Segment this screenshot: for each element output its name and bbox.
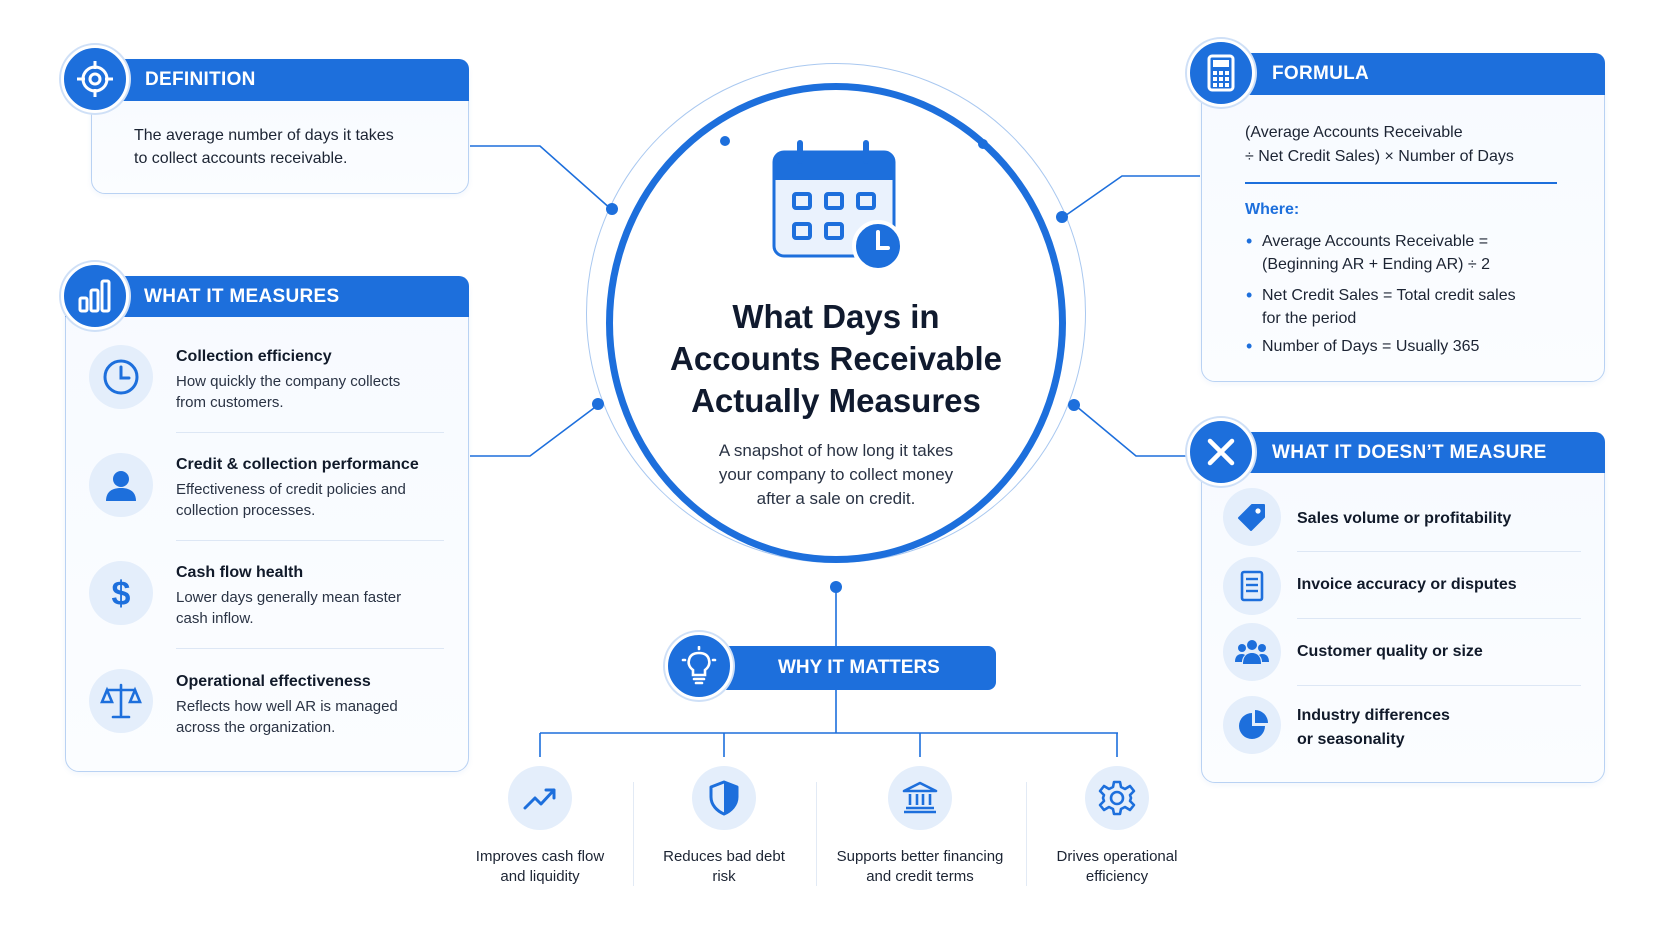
divider bbox=[176, 540, 444, 541]
connector-dot bbox=[606, 203, 618, 215]
target-icon bbox=[77, 61, 113, 97]
formula-bullet: Net Credit Sales = Total credit sales bbox=[1246, 284, 1516, 307]
measures-item-icon bbox=[89, 345, 153, 409]
dollar-icon: $ bbox=[112, 575, 131, 613]
why-item-label: efficiency bbox=[1085, 868, 1149, 885]
formula-divider bbox=[1245, 182, 1557, 184]
divider bbox=[1297, 618, 1581, 619]
doesnt-measure-header: WHAT IT DOESN’T MEASURE bbox=[1201, 432, 1605, 473]
measures-item-icon: $ bbox=[89, 561, 153, 625]
shield-icon bbox=[709, 780, 739, 816]
close-icon bbox=[1207, 438, 1235, 466]
measures-item-desc: Lower days generally mean faster bbox=[176, 589, 402, 606]
measures-item-desc: Reflects how well AR is managed bbox=[176, 698, 398, 715]
formula-header: FORMULA bbox=[1201, 53, 1605, 95]
document-icon bbox=[1240, 570, 1264, 602]
doesnt-item-label: Sales volume or profitability bbox=[1297, 510, 1512, 527]
why-item-label: Reduces bad debt bbox=[663, 848, 785, 865]
scale-icon bbox=[100, 683, 142, 719]
doesnt-item-icon bbox=[1223, 557, 1281, 615]
doesnt-item-label-line2: or seasonality bbox=[1297, 731, 1405, 748]
people-icon bbox=[1235, 640, 1269, 664]
measures-item-title: Collection efficiency bbox=[176, 348, 332, 365]
connector-dot bbox=[592, 398, 604, 410]
formula-bullet-cont: (Beginning AR + Ending AR) ÷ 2 bbox=[1262, 256, 1491, 273]
measures-badge bbox=[61, 262, 129, 330]
measures-item-title: Operational effectiveness bbox=[176, 673, 371, 690]
divider bbox=[176, 432, 444, 433]
formula-badge bbox=[1187, 39, 1255, 107]
formula-line1: (Average Accounts Receivable bbox=[1245, 124, 1463, 141]
connector-dot bbox=[1056, 211, 1068, 223]
center-title-line1: What Days in bbox=[732, 298, 940, 335]
measures-item-icon bbox=[89, 669, 153, 733]
doesnt-measure-badge bbox=[1187, 418, 1255, 486]
formula-bullet: Average Accounts Receivable = bbox=[1246, 230, 1488, 253]
tag-icon bbox=[1238, 504, 1265, 531]
lightbulb-icon bbox=[681, 646, 717, 685]
why-item-label: Supports better financing bbox=[836, 848, 1004, 865]
measures-item-desc: Effectiveness of credit policies and bbox=[176, 481, 406, 498]
definition-badge bbox=[61, 45, 129, 113]
measures-item-desc: collection processes. bbox=[176, 502, 316, 519]
why-item-icon bbox=[1085, 766, 1149, 830]
formula-line2: ÷ Net Credit Sales) × Number of Days bbox=[1245, 148, 1514, 165]
formula-where-label: Where: bbox=[1245, 201, 1300, 218]
doesnt-item-label: Industry differences bbox=[1297, 707, 1450, 724]
why-item-icon bbox=[692, 766, 756, 830]
measures-item-title: Credit & collection performance bbox=[176, 456, 419, 473]
calculator-icon bbox=[1207, 54, 1235, 92]
center-subtitle-line1: A snapshot of how long it takes bbox=[718, 441, 954, 460]
measures-item-desc: cash inflow. bbox=[176, 610, 254, 627]
why-item-label: risk bbox=[712, 868, 736, 885]
connector-dot bbox=[978, 139, 988, 149]
center-title-line3: Actually Measures bbox=[691, 382, 981, 419]
measures-item-icon bbox=[89, 453, 153, 517]
why-item-icon bbox=[508, 766, 572, 830]
why-item-label: Drives operational bbox=[1056, 848, 1178, 865]
why-item-label: and credit terms bbox=[866, 868, 974, 885]
divider bbox=[1297, 685, 1581, 686]
center-title-line2: Accounts Receivable bbox=[670, 340, 1002, 377]
why-matters-header: WHY IT MATTERS bbox=[700, 646, 996, 690]
connector-dot bbox=[720, 136, 730, 146]
person-icon bbox=[106, 471, 136, 501]
formula-bullet-cont: for the period bbox=[1262, 310, 1357, 327]
definition-header: DEFINITION bbox=[91, 59, 469, 101]
calendar-clock-icon bbox=[772, 140, 904, 272]
doesnt-item-icon bbox=[1223, 623, 1281, 681]
why-item-icon bbox=[888, 766, 952, 830]
definition-line1: The average number of days it takes bbox=[134, 127, 394, 144]
center-subtitle-line2: your company to collect money bbox=[718, 465, 954, 484]
formula-bullet: Number of Days = Usually 365 bbox=[1246, 335, 1479, 358]
connector-dot bbox=[830, 581, 842, 593]
why-item-label: and liquidity bbox=[500, 868, 580, 885]
measures-item-desc: across the organization. bbox=[176, 719, 336, 736]
measures-item-title: Cash flow health bbox=[176, 564, 304, 581]
pie-icon bbox=[1239, 710, 1268, 739]
doesnt-item-label: Invoice accuracy or disputes bbox=[1297, 576, 1517, 593]
bar-chart-icon bbox=[78, 279, 111, 313]
svg-text:$: $ bbox=[112, 575, 131, 613]
bank-icon bbox=[902, 781, 938, 814]
why-matters-badge bbox=[665, 632, 733, 700]
measures-item-desc: How quickly the company collects bbox=[176, 373, 401, 390]
clock-icon bbox=[103, 359, 139, 395]
center-subtitle-line3: after a sale on credit. bbox=[756, 489, 916, 508]
doesnt-item-label: Customer quality or size bbox=[1297, 643, 1483, 660]
definition-line2: to collect accounts receivable. bbox=[134, 150, 348, 167]
doesnt-item-icon bbox=[1223, 696, 1281, 754]
trend-up-icon bbox=[523, 788, 556, 810]
why-item-label: Improves cash flow bbox=[475, 848, 605, 865]
doesnt-item-icon bbox=[1223, 488, 1281, 546]
gear-icon bbox=[1098, 780, 1136, 816]
measures-item-desc: from customers. bbox=[176, 394, 284, 411]
divider bbox=[176, 648, 444, 649]
divider bbox=[1297, 551, 1581, 552]
connector-dot bbox=[1068, 399, 1080, 411]
divider bbox=[816, 782, 817, 886]
